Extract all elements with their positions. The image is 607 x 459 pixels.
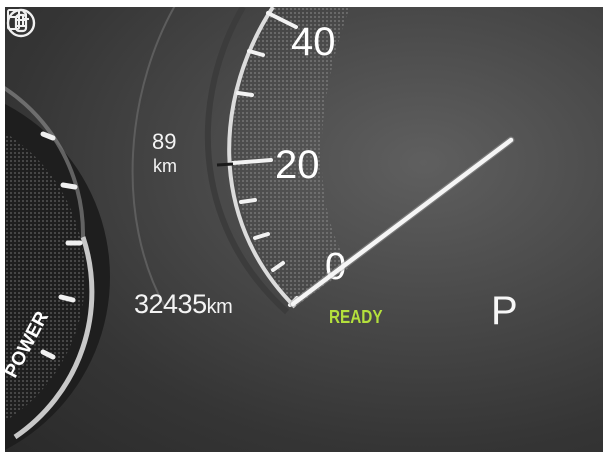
odometer-value: 32435 [134,289,207,319]
odometer: 32435km [134,289,233,320]
range-value: 89 [152,129,177,154]
instrument-cluster: POWER 40 20 0 89 km 32435km READY P [5,7,603,452]
speed-tick-40: 40 [291,20,336,64]
speed-tick-20: 20 [275,143,320,187]
gauge-graphics: POWER 40 20 0 [5,7,515,450]
ev-system-icon [6,8,36,38]
ready-indicator: READY [329,307,383,327]
odometer-unit: km [206,296,233,318]
range-unit: km [153,156,177,176]
speedometer: 40 20 0 [204,7,350,315]
power-meter: POWER [5,86,110,450]
gear-indicator: P [491,289,518,333]
